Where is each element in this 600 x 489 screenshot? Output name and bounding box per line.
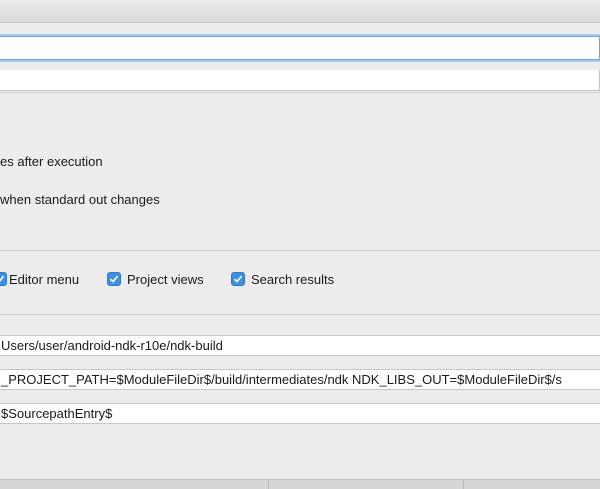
project-views-checkbox[interactable] <box>107 272 121 286</box>
working-directory-input[interactable]: $SourcepathEntry$ <box>0 403 600 424</box>
dialog-titlebar <box>0 0 600 23</box>
sync-files-option-label[interactable]: es after execution <box>0 154 103 169</box>
checkmark-icon <box>0 275 5 282</box>
separator <box>0 92 600 93</box>
name-input[interactable] <box>0 36 600 60</box>
editor-menu-checkbox[interactable] <box>0 272 7 286</box>
separator <box>0 314 600 315</box>
checkmark-icon <box>233 275 243 283</box>
separator <box>0 250 600 251</box>
search-results-label[interactable]: Search results <box>251 272 334 287</box>
program-input[interactable]: Users/user/android-ndk-r10e/ndk-build <box>0 335 600 356</box>
project-views-label[interactable]: Project views <box>127 272 204 287</box>
checkmark-icon <box>109 275 119 283</box>
parameters-input[interactable]: _PROJECT_PATH=$ModuleFileDir$/build/inte… <box>0 369 600 390</box>
description-input[interactable] <box>0 70 600 91</box>
search-results-checkbox[interactable] <box>231 272 245 286</box>
open-console-option-label[interactable]: when standard out changes <box>0 192 160 207</box>
editor-menu-label[interactable]: Editor menu <box>9 272 79 287</box>
